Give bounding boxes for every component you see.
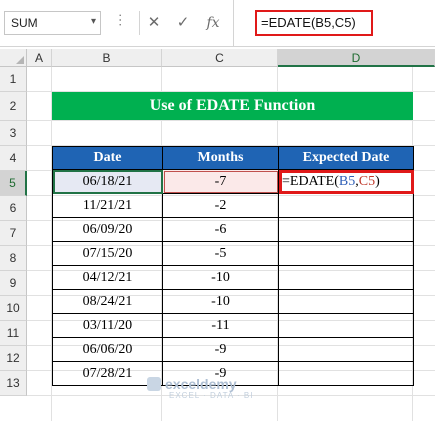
exceldemy-logo-icon (147, 377, 161, 391)
cell-b11[interactable]: 03/11/20 (52, 313, 163, 338)
cell-d7[interactable] (278, 217, 414, 242)
cell-b12[interactable]: 06/06/20 (52, 337, 163, 362)
formula-suffix: ) (375, 173, 380, 189)
watermark-tagline: EXCEL · DATA · BI (169, 391, 254, 400)
cell-d13[interactable] (278, 361, 414, 386)
table-row: 06/09/20 -6 (52, 217, 414, 242)
column-header-d[interactable]: D (278, 49, 435, 67)
formula-input-area[interactable]: =EDATE(B5,C5) (233, 0, 435, 46)
cell-c10[interactable]: -10 (162, 289, 279, 314)
cell-d8[interactable] (278, 241, 414, 266)
cell-d9[interactable] (278, 265, 414, 290)
row-header-8[interactable]: 8 (0, 246, 27, 271)
cell-c6[interactable]: -2 (162, 193, 279, 218)
cell-b7[interactable]: 06/09/20 (52, 217, 163, 242)
cell-c9[interactable]: -10 (162, 265, 279, 290)
data-table: Date Months Expected Date 06/18/21 -7 =E… (52, 146, 414, 386)
cell-c11[interactable]: -11 (162, 313, 279, 338)
column-header-c[interactable]: C (162, 49, 278, 67)
name-box[interactable]: SUM ▾ (4, 11, 101, 35)
table-row: 06/06/20 -9 (52, 337, 414, 362)
row-header-2[interactable]: 2 (0, 92, 27, 121)
row-header-9[interactable]: 9 (0, 271, 27, 296)
table-row: 08/24/21 -10 (52, 289, 414, 314)
cell-b9[interactable]: 04/12/21 (52, 265, 163, 290)
header-expected-date[interactable]: Expected Date (278, 146, 414, 170)
formula-prefix: =EDATE( (282, 173, 339, 189)
watermark: exceldemy EXCEL · DATA · BI (147, 376, 252, 400)
table-row: 11/21/21 -2 (52, 193, 414, 218)
column-header-b[interactable]: B (52, 49, 162, 67)
chevron-down-icon[interactable]: ▾ (91, 16, 96, 27)
cell-c7[interactable]: -6 (162, 217, 279, 242)
row-header-11[interactable]: 11 (0, 321, 27, 346)
cell-b13[interactable]: 07/28/21 (52, 361, 163, 386)
cell-b8[interactable]: 07/15/20 (52, 241, 163, 266)
table-row: 03/11/20 -11 (52, 313, 414, 338)
cancel-icon[interactable]: ✕ (139, 11, 168, 35)
gridline (27, 120, 435, 121)
table-row: 07/15/20 -5 (52, 241, 414, 266)
row-header-6[interactable]: 6 (0, 196, 27, 221)
formula-input[interactable]: =EDATE(B5,C5) (255, 10, 373, 36)
cell-d10[interactable] (278, 289, 414, 314)
cell-d5-editing[interactable]: =EDATE(B5,C5) (278, 169, 414, 194)
formula-ref-b5: B5 (338, 173, 356, 189)
cell-d6[interactable] (278, 193, 414, 218)
cell-b10[interactable]: 08/24/21 (52, 289, 163, 314)
select-all-corner[interactable] (0, 49, 27, 67)
cell-b6[interactable]: 11/21/21 (52, 193, 163, 218)
row-header-1[interactable]: 1 (0, 67, 27, 92)
table-row: 04/12/21 -10 (52, 265, 414, 290)
insert-function-icon[interactable]: fx (199, 11, 227, 35)
formula-bar: SUM ▾ ⋯ ✕ ✓ fx =EDATE(B5,C5) (0, 0, 435, 47)
row-header-5[interactable]: 5 (0, 171, 27, 196)
row-header-10[interactable]: 10 (0, 296, 27, 321)
sheet-title[interactable]: Use of EDATE Function (52, 92, 413, 120)
cell-b5[interactable]: 06/18/21 (52, 169, 163, 194)
row-header-3[interactable]: 3 (0, 121, 27, 146)
cell-d11[interactable] (278, 313, 414, 338)
cell-c12[interactable]: -9 (162, 337, 279, 362)
row-header-13[interactable]: 13 (0, 371, 27, 396)
enter-icon[interactable]: ✓ (169, 11, 197, 35)
cell-c8[interactable]: -5 (162, 241, 279, 266)
row-header-7[interactable]: 7 (0, 221, 27, 246)
table-header-row: Date Months Expected Date (52, 146, 414, 170)
name-box-value: SUM (11, 16, 38, 30)
more-options-icon[interactable]: ⋯ (113, 13, 129, 26)
table-row: 06/18/21 -7 =EDATE(B5,C5) (52, 169, 414, 194)
header-date[interactable]: Date (52, 146, 163, 170)
row-header-4[interactable]: 4 (0, 146, 27, 171)
watermark-name: exceldemy (165, 376, 237, 392)
formula-ref-c5: C5 (358, 173, 376, 189)
cell-d12[interactable] (278, 337, 414, 362)
column-header-a[interactable]: A (27, 49, 52, 67)
row-header-12[interactable]: 12 (0, 346, 27, 371)
header-months[interactable]: Months (162, 146, 279, 170)
cell-c5[interactable]: -7 (162, 169, 279, 194)
